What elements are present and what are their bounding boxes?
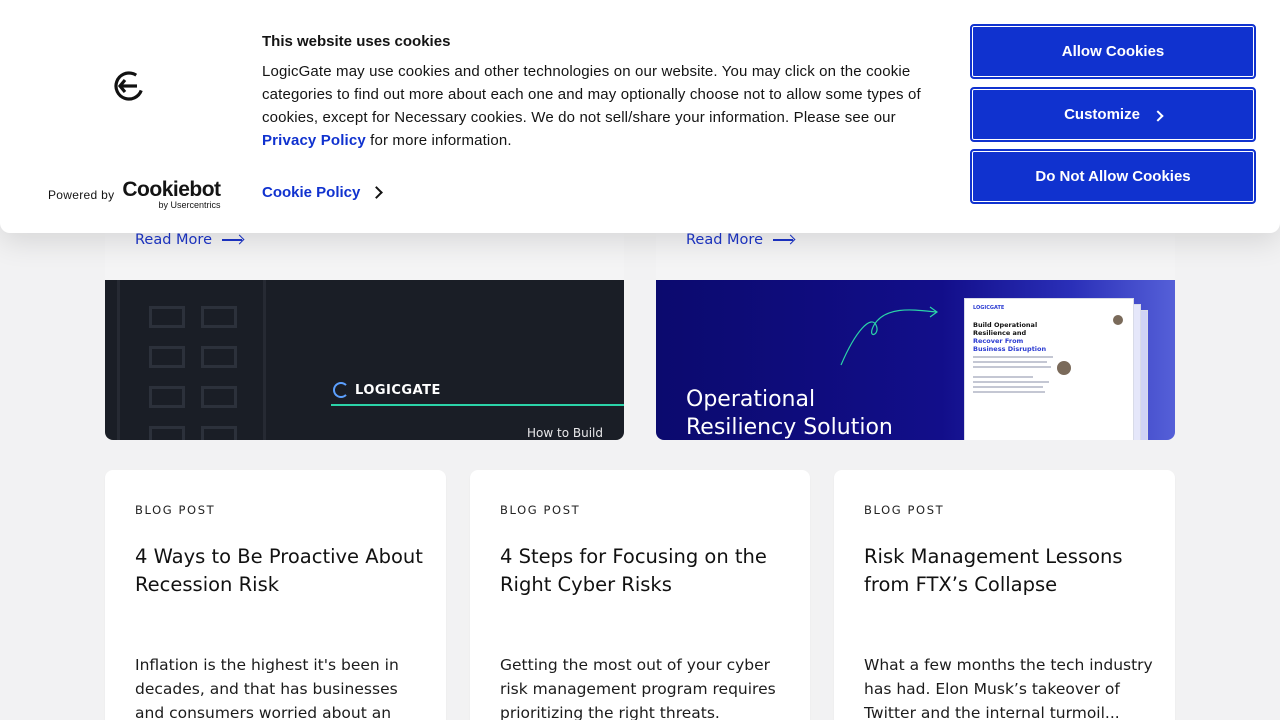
featured-image-operational-resiliency[interactable]: Operational Resiliency Solution LOGICGAT… — [656, 280, 1175, 440]
cookie-body-suffix: for more information. — [365, 132, 512, 149]
read-more-link[interactable]: Read More — [686, 232, 795, 248]
cookie-consent-banner: Powered by Cookiebot by Usercentrics Thi… — [0, 0, 1280, 233]
post-type-label: BLOG POST — [135, 503, 216, 517]
blog-card-excerpt: Inflation is the highest it's been in de… — [135, 656, 399, 720]
allow-cookies-button[interactable]: Allow Cookies — [970, 24, 1256, 79]
do-not-allow-cookies-button[interactable]: Do Not Allow Cookies — [970, 149, 1256, 204]
blog-card[interactable]: BLOG POST Risk Management Lessons from F… — [834, 470, 1175, 720]
image-headline-line-2: Resiliency Solution — [686, 415, 893, 440]
logicgate-logo: LOGICGATE — [333, 382, 441, 398]
image-headline: Operational Resiliency Solution — [686, 386, 893, 440]
arrow-right-icon — [222, 235, 244, 245]
decorative-line — [263, 280, 266, 440]
avatar — [1055, 359, 1073, 377]
post-type-label: BLOG POST — [500, 503, 581, 517]
read-more-label: Read More — [135, 232, 212, 248]
privacy-policy-link[interactable]: Privacy Policy — [262, 132, 366, 149]
do-not-allow-label: Do Not Allow Cookies — [1035, 168, 1191, 185]
cookiebot-wordmark: Cookiebot — [122, 178, 221, 201]
doc-header: LOGICGATE — [973, 305, 1005, 311]
blog-card-title[interactable]: 4 Steps for Focusing on the Right Cyber … — [500, 543, 790, 599]
accent-rule — [331, 404, 624, 406]
cookie-banner-text: LogicGate may use cookies and other tech… — [262, 60, 952, 152]
logicgate-logo-icon — [114, 71, 144, 101]
swoosh-arrow-icon — [840, 306, 939, 366]
read-more-link[interactable]: Read More — [135, 232, 244, 248]
arrow-right-icon — [773, 235, 795, 245]
image-headline-line-1: Operational — [686, 387, 816, 412]
doc-title: Build Operational Resilience and Recover… — [973, 321, 1047, 353]
image-caption: How to Build — [527, 426, 603, 440]
featured-image-how-to-build[interactable]: LOGICGATE How to Build — [105, 280, 624, 440]
read-more-label: Read More — [686, 232, 763, 248]
cookie-body-text: LogicGate may use cookies and other tech… — [262, 63, 921, 126]
avatar — [1111, 313, 1125, 327]
powered-by-label: Powered by — [48, 188, 115, 202]
decorative-line — [117, 280, 120, 440]
cookiebot-logo: Cookiebot by Usercentrics — [122, 178, 221, 210]
post-type-label: BLOG POST — [864, 503, 945, 517]
cookiebot-byline: by Usercentrics — [158, 200, 221, 210]
blog-card[interactable]: BLOG POST 4 Ways to Be Proactive About R… — [105, 470, 446, 720]
cookie-policy-label: Cookie Policy — [262, 184, 361, 201]
customize-button[interactable]: Customize — [970, 87, 1256, 142]
powered-by-cookiebot[interactable]: Powered by Cookiebot by Usercentrics — [48, 178, 221, 210]
allow-cookies-label: Allow Cookies — [1061, 43, 1165, 60]
logicgate-mark-icon — [333, 382, 349, 398]
blog-card-excerpt: Getting the most out of your cyber risk … — [500, 656, 776, 720]
logo-text: LOGICGATE — [355, 382, 441, 398]
cookie-policy-link[interactable]: Cookie Policy — [262, 184, 384, 201]
chevron-right-icon — [370, 186, 384, 199]
blog-card-title[interactable]: Risk Management Lessons from FTX’s Colla… — [864, 543, 1154, 599]
blog-card-excerpt: What a few months the tech industry has … — [864, 656, 1153, 720]
customize-label: Customize — [1064, 106, 1140, 123]
chevron-right-icon — [1152, 109, 1164, 122]
blog-card-title[interactable]: 4 Ways to Be Proactive About Recession R… — [135, 543, 425, 599]
blog-card[interactable]: BLOG POST 4 Steps for Focusing on the Ri… — [470, 470, 810, 720]
cookie-banner-title: This website uses cookies — [262, 33, 451, 50]
